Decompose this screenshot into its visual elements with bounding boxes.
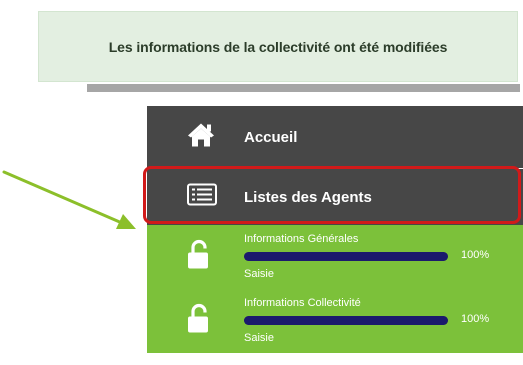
unlock-icon <box>187 239 209 275</box>
progress-percent: 100% <box>461 249 490 261</box>
progress-status: Saisie <box>244 332 274 344</box>
progress-bar-fill <box>244 252 448 261</box>
menu-item-informations-generales[interactable]: Informations Générales 100% Saisie <box>147 225 523 289</box>
menu-item-home-label: Accueil <box>244 128 298 146</box>
highlight-box <box>143 166 521 224</box>
progress-bar <box>244 252 448 261</box>
progress-bar-fill <box>244 316 448 325</box>
progress-bar <box>244 316 448 325</box>
unlock-icon <box>187 303 209 339</box>
progress-title: Informations Collectivité <box>244 297 361 309</box>
home-icon <box>187 122 215 153</box>
menu-item-informations-collectivite[interactable]: Informations Collectivité 100% Saisie <box>147 289 523 353</box>
side-menu: Accueil Listes des Agents Informations G… <box>147 106 523 353</box>
progress-status: Saisie <box>244 268 274 280</box>
progress-title: Informations Générales <box>244 233 359 245</box>
menu-item-home[interactable]: Accueil <box>147 106 523 168</box>
progress-percent: 100% <box>461 313 490 325</box>
